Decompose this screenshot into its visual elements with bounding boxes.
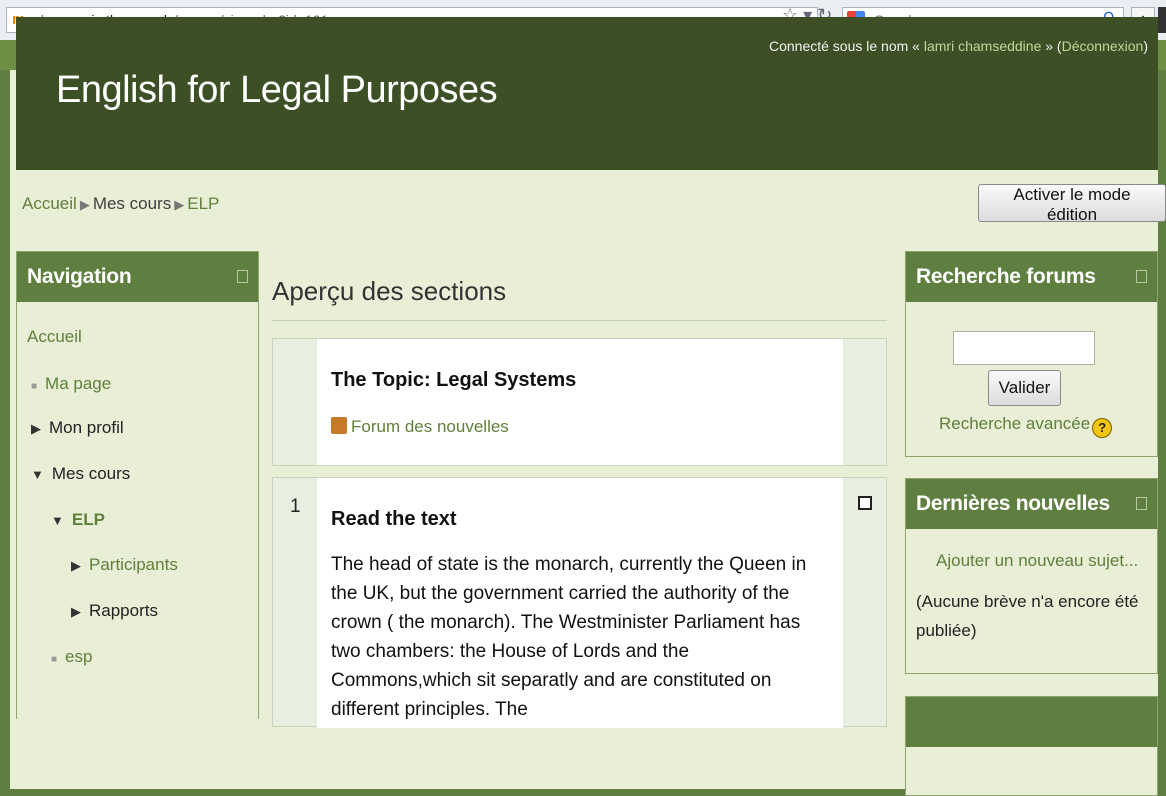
page-header: Connecté sous le nom « lamri chamseddine… <box>16 17 1158 170</box>
nav-item-course-elp[interactable]: ▼ ELP <box>51 510 105 530</box>
breadcrumb-my-courses[interactable]: Mes cours <box>93 194 171 213</box>
login-suffix: ) <box>1143 38 1148 54</box>
nav-item-label[interactable]: esp <box>65 647 92 666</box>
section-1-content: Read the text The head of state is the m… <box>317 478 843 728</box>
latest-news-header: Dernières nouvelles <box>906 479 1157 529</box>
breadcrumb-separator-icon: ▶ <box>174 197 185 212</box>
navigation-title: Navigation <box>27 265 132 288</box>
collapse-arrow-icon[interactable]: ▼ <box>51 513 64 528</box>
expand-arrow-icon[interactable]: ▶ <box>71 558 81 574</box>
logout-link[interactable]: Déconnexion <box>1062 38 1144 54</box>
bullet-icon: ■ <box>31 381 38 392</box>
nav-item-participants[interactable]: ▶ Participants <box>71 555 178 575</box>
section-0: The Topic: Legal Systems Forum des nouve… <box>272 338 887 466</box>
section-0-content: The Topic: Legal Systems Forum des nouve… <box>317 339 843 465</box>
navigation-block: Navigation Accueil ■ Ma page ▶ Mon profil … <box>16 251 259 719</box>
expand-arrow-icon[interactable]: ▶ <box>71 604 81 620</box>
section-1-title: Read the text <box>331 508 457 530</box>
hide-block-icon[interactable] <box>1136 497 1147 510</box>
collapse-arrow-icon[interactable]: ▼ <box>31 467 44 482</box>
no-news-message: (Aucune brève n'a encore été publiée) <box>916 592 1139 640</box>
advanced-search-label[interactable]: Recherche avancée <box>939 414 1090 433</box>
login-mid: » ( <box>1041 38 1062 54</box>
search-forums-title: Recherche forums <box>916 265 1096 288</box>
section-1-summary: The head of state is the monarch, curren… <box>331 554 807 720</box>
nav-item-esp[interactable]: ■ esp <box>51 647 92 667</box>
nav-item-reports[interactable]: ▶ Rapports <box>71 601 158 621</box>
breadcrumb: Accueil ▶ Mes cours ▶ ELP <box>22 194 219 214</box>
latest-news-title: Dernières nouvelles <box>916 492 1110 515</box>
navigation-block-header: Navigation <box>17 252 258 302</box>
hide-block-icon[interactable] <box>1136 270 1147 283</box>
news-forum-label[interactable]: Forum des nouvelles <box>351 417 509 436</box>
user-profile-link[interactable]: lamri chamseddine <box>924 38 1042 54</box>
login-prefix: Connecté sous le nom « <box>768 38 924 54</box>
news-forum-link[interactable]: Forum des nouvelles <box>331 417 509 437</box>
breadcrumb-separator-icon: ▶ <box>79 197 90 212</box>
section-1: 1 Read the text The head of state is the… <box>272 477 887 728</box>
latest-news-block: Dernières nouvelles Ajouter un nouveau s… <box>905 478 1158 674</box>
course-title: English for Legal Purposes <box>56 69 498 111</box>
expand-arrow-icon[interactable]: ▶ <box>31 421 41 437</box>
nav-item-label: Rapports <box>89 601 158 620</box>
turn-editing-on-button[interactable]: Activer le mode édition <box>978 184 1166 224</box>
breadcrumb-home[interactable]: Accueil <box>22 194 77 213</box>
breadcrumb-course[interactable]: ELP <box>187 194 219 213</box>
help-icon[interactable]: ? <box>1092 418 1113 438</box>
forum-icon[interactable] <box>331 417 347 434</box>
nav-item-my-profile[interactable]: ▶ Mon profil <box>31 418 124 438</box>
search-submit-button[interactable]: Valider <box>988 370 1061 406</box>
hide-block-icon[interactable] <box>237 270 248 283</box>
forum-search-input[interactable] <box>953 331 1095 365</box>
advanced-search-link[interactable]: Recherche avancée? <box>939 414 1113 438</box>
nav-item-my-courses[interactable]: ▼ Mes cours <box>31 464 130 484</box>
sections-overview-title: Aperçu des sections <box>272 276 507 306</box>
next-block <box>905 696 1158 796</box>
bullet-icon: ■ <box>51 654 58 665</box>
nav-item-label[interactable]: Accueil <box>27 327 82 346</box>
login-info: Connecté sous le nom « lamri chamseddine… <box>769 38 1148 54</box>
next-block-header <box>906 697 1157 747</box>
nav-item-label[interactable]: ELP <box>72 510 105 529</box>
search-forums-header: Recherche forums <box>906 252 1157 302</box>
nav-item-label[interactable]: Ma page <box>45 374 111 393</box>
nav-item-label: Mon profil <box>49 418 124 437</box>
extension-icon[interactable] <box>1158 7 1166 33</box>
nav-item-my-page[interactable]: ■ Ma page <box>31 374 111 394</box>
completion-checkbox[interactable] <box>858 496 872 510</box>
nav-item-home[interactable]: Accueil <box>27 327 82 347</box>
section-number: 1 <box>290 496 301 517</box>
nav-item-label: Mes cours <box>51 464 131 483</box>
search-forums-block: Recherche forums Valider Recherche avanc… <box>905 251 1158 457</box>
section-0-title: The Topic: Legal Systems <box>331 369 577 391</box>
nav-item-label[interactable]: Participants <box>89 555 178 574</box>
add-new-topic-link[interactable]: Ajouter un nouveau sujet... <box>936 551 1138 571</box>
divider <box>272 320 887 321</box>
